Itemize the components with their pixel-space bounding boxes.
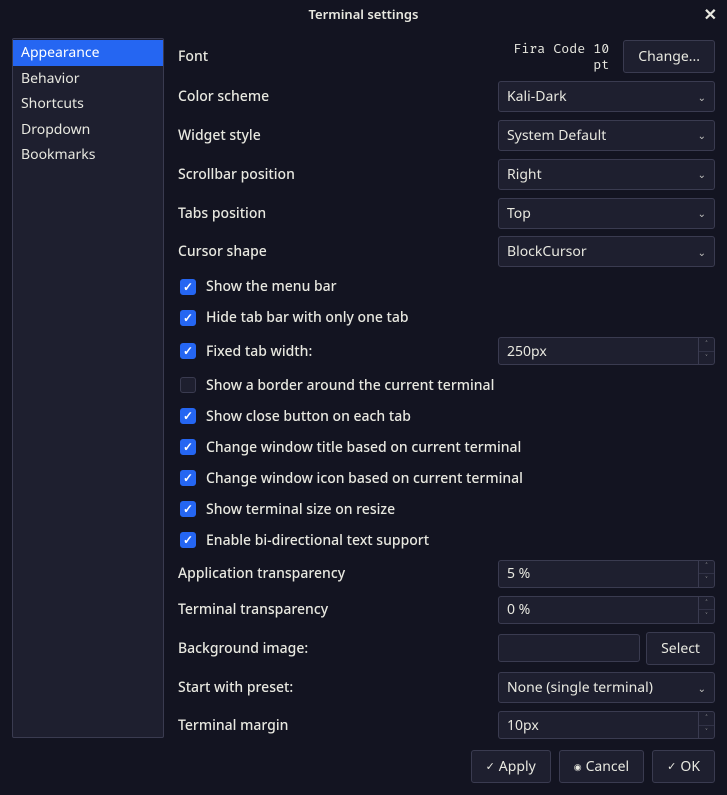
show-terminal-size-label: Show terminal size on resize	[206, 500, 395, 519]
bidi-checkbox[interactable]	[180, 532, 196, 548]
sidebar-item-dropdown[interactable]: Dropdown	[13, 117, 163, 143]
bidi-label: Enable bi-directional text support	[206, 531, 429, 550]
chevron-down-icon: ⌄	[698, 167, 706, 181]
sidebar: Appearance Behavior Shortcuts Dropdown B…	[12, 38, 164, 738]
cursor-shape-value: BlockCursor	[507, 242, 587, 261]
terminal-margin-spinbox[interactable]: 10px ˄ ˅	[498, 711, 715, 739]
terminal-margin-label: Terminal margin	[178, 716, 498, 735]
show-close-button-label: Show close button on each tab	[206, 407, 411, 426]
color-scheme-value: Kali-Dark	[507, 87, 567, 106]
main-panel: Font Fira Code 10 pt Change... Color sch…	[178, 38, 715, 738]
chevron-down-icon: ⌄	[698, 245, 706, 259]
chevron-down-icon: ⌄	[698, 128, 706, 142]
dialog-footer: Apply Cancel OK	[0, 738, 727, 795]
spin-down-icon[interactable]: ˅	[699, 352, 714, 365]
color-scheme-label: Color scheme	[178, 87, 498, 106]
start-preset-select[interactable]: None (single terminal) ⌄	[498, 672, 715, 703]
color-scheme-select[interactable]: Kali-Dark ⌄	[498, 81, 715, 112]
spin-up-icon[interactable]: ˄	[699, 338, 714, 352]
change-window-icon-checkbox[interactable]	[180, 470, 196, 486]
scrollbar-position-label: Scrollbar position	[178, 165, 498, 184]
sidebar-item-bookmarks[interactable]: Bookmarks	[13, 142, 163, 168]
chevron-down-icon: ⌄	[698, 90, 706, 104]
ok-button[interactable]: OK	[652, 750, 715, 783]
tabs-position-label: Tabs position	[178, 204, 498, 223]
terminal-transparency-spinbox[interactable]: 0 % ˄ ˅	[498, 596, 715, 624]
terminal-transparency-label: Terminal transparency	[178, 600, 498, 619]
show-menu-bar-checkbox[interactable]	[180, 279, 196, 295]
spin-up-icon[interactable]: ˄	[699, 561, 714, 575]
cursor-shape-select[interactable]: BlockCursor ⌄	[498, 236, 715, 267]
terminal-margin-value: 10px	[499, 712, 698, 738]
spin-up-icon[interactable]: ˄	[699, 597, 714, 611]
titlebar: Terminal settings ✕	[0, 0, 727, 28]
scrollbar-position-value: Right	[507, 165, 542, 184]
show-close-button-checkbox[interactable]	[180, 408, 196, 424]
font-value: Fira Code 10 pt	[498, 41, 609, 73]
fixed-tab-width-label: Fixed tab width:	[206, 342, 312, 361]
background-image-label: Background image:	[178, 639, 498, 658]
window-title: Terminal settings	[309, 5, 419, 23]
terminal-transparency-value: 0 %	[499, 597, 698, 623]
start-preset-value: None (single terminal)	[507, 678, 653, 697]
cursor-shape-label: Cursor shape	[178, 242, 498, 261]
app-transparency-label: Application transparency	[178, 564, 498, 583]
widget-style-label: Widget style	[178, 126, 498, 145]
show-menu-bar-label: Show the menu bar	[206, 277, 337, 296]
scrollbar-position-select[interactable]: Right ⌄	[498, 159, 715, 190]
background-image-field[interactable]	[498, 634, 640, 662]
sidebar-item-appearance[interactable]: Appearance	[13, 40, 163, 66]
fixed-tab-width-value: 250px	[499, 338, 698, 364]
change-font-button[interactable]: Change...	[623, 40, 715, 73]
widget-style-select[interactable]: System Default ⌄	[498, 120, 715, 151]
widget-style-value: System Default	[507, 126, 606, 145]
spin-down-icon[interactable]: ˅	[699, 726, 714, 739]
hide-tab-bar-checkbox[interactable]	[180, 310, 196, 326]
apply-button[interactable]: Apply	[471, 750, 551, 783]
spin-down-icon[interactable]: ˅	[699, 610, 714, 623]
close-icon[interactable]: ✕	[700, 3, 721, 25]
spin-down-icon[interactable]: ˅	[699, 574, 714, 587]
app-transparency-value: 5 %	[499, 561, 698, 587]
fixed-tab-width-spinbox[interactable]: 250px ˄ ˅	[498, 337, 715, 365]
spin-up-icon[interactable]: ˄	[699, 712, 714, 726]
fixed-tab-width-checkbox[interactable]	[180, 343, 196, 359]
show-border-checkbox[interactable]	[180, 377, 196, 393]
sidebar-item-shortcuts[interactable]: Shortcuts	[13, 91, 163, 117]
chevron-down-icon: ⌄	[698, 206, 706, 220]
select-bg-button[interactable]: Select	[646, 632, 715, 665]
tabs-position-select[interactable]: Top ⌄	[498, 198, 715, 229]
show-terminal-size-checkbox[interactable]	[180, 501, 196, 517]
cancel-button[interactable]: Cancel	[559, 750, 644, 783]
hide-tab-bar-label: Hide tab bar with only one tab	[206, 308, 409, 327]
show-border-label: Show a border around the current termina…	[206, 376, 494, 395]
change-window-title-checkbox[interactable]	[180, 439, 196, 455]
start-preset-label: Start with preset:	[178, 678, 498, 697]
app-transparency-spinbox[interactable]: 5 % ˄ ˅	[498, 560, 715, 588]
chevron-down-icon: ⌄	[698, 681, 706, 695]
change-window-title-label: Change window title based on current ter…	[206, 438, 521, 457]
tabs-position-value: Top	[507, 204, 531, 223]
font-label: Font	[178, 47, 498, 66]
change-window-icon-label: Change window icon based on current term…	[206, 469, 523, 488]
sidebar-item-behavior[interactable]: Behavior	[13, 66, 163, 92]
